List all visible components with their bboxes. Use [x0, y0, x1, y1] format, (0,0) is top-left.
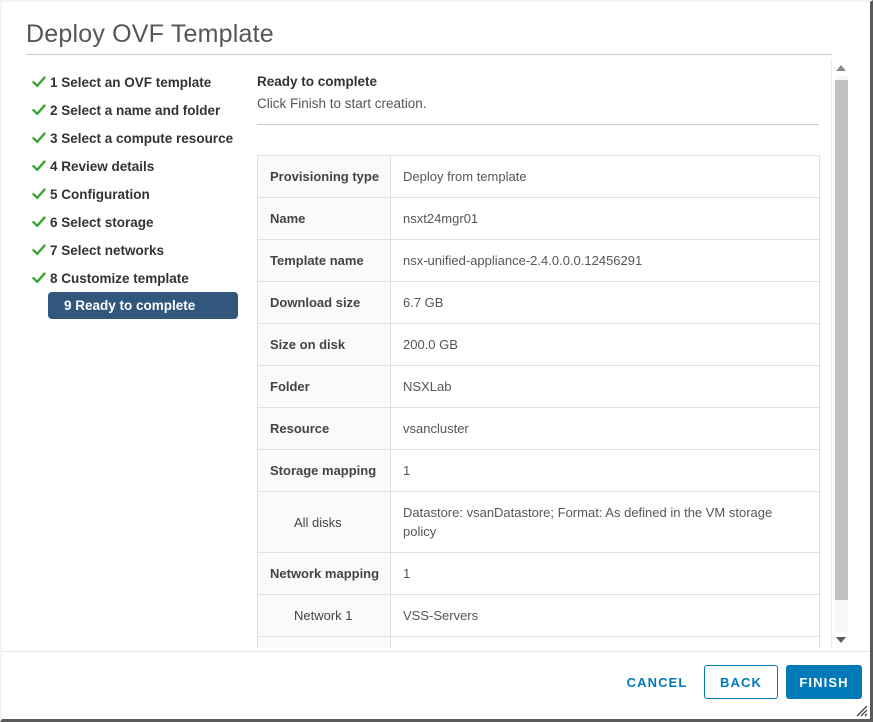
page-title: Deploy OVF Template	[26, 20, 274, 49]
wizard-step-4[interactable]: 4 Review details	[32, 152, 242, 180]
summary-row-value: VSS-Servers	[391, 595, 820, 637]
wizard-step-label: 8 Customize template	[50, 271, 189, 286]
table-row: IP allocation settings	[258, 637, 820, 649]
summary-row-key: Folder	[258, 366, 391, 408]
table-row: FolderNSXLab	[258, 366, 820, 408]
wizard-step-label: 2 Select a name and folder	[50, 103, 220, 118]
content-subtitle: Click Finish to start creation.	[257, 96, 427, 111]
table-row: Network 1VSS-Servers	[258, 595, 820, 637]
scrollbar-thumb[interactable]	[835, 80, 848, 600]
table-row: Download size6.7 GB	[258, 282, 820, 324]
summary-row-value: Deploy from template	[391, 156, 820, 198]
summary-row-value: vsancluster	[391, 408, 820, 450]
scroll-up-arrow-icon[interactable]	[832, 60, 850, 76]
summary-row-value: nsxt24mgr01	[391, 198, 820, 240]
footer-divider	[2, 651, 870, 652]
wizard-step-3[interactable]: 3 Select a compute resource	[32, 124, 242, 152]
check-icon	[32, 131, 46, 145]
wizard-step-list: 1 Select an OVF template 2 Select a name …	[32, 68, 242, 319]
summary-row-key: Provisioning type	[258, 156, 391, 198]
summary-row-key: Storage mapping	[258, 450, 391, 492]
summary-row-key: Download size	[258, 282, 391, 324]
check-icon	[32, 215, 46, 229]
wizard-step-label: 4 Review details	[50, 159, 154, 174]
check-icon	[32, 159, 46, 173]
content-scrollbar[interactable]	[831, 60, 850, 648]
check-icon	[32, 271, 46, 285]
finish-button[interactable]: FINISH	[786, 665, 862, 699]
summary-row-key: IP allocation settings	[258, 637, 391, 649]
dialog-body: Deploy OVF Template 1 Select an OVF temp…	[2, 2, 870, 719]
summary-row-key: Template name	[258, 240, 391, 282]
cancel-button[interactable]: CANCEL	[621, 665, 693, 699]
table-row: All disksDatastore: vsanDatastore; Forma…	[258, 492, 820, 553]
table-row: Namensxt24mgr01	[258, 198, 820, 240]
summary-row-value: 200.0 GB	[391, 324, 820, 366]
summary-row-key: Resource	[258, 408, 391, 450]
content-divider	[257, 124, 819, 125]
content-heading: Ready to complete	[257, 74, 377, 89]
check-icon	[32, 243, 46, 257]
resize-grip-icon[interactable]	[855, 704, 868, 717]
content-pane: Ready to complete Click Finish to start …	[254, 62, 826, 648]
wizard-step-6[interactable]: 6 Select storage	[32, 208, 242, 236]
wizard-step-label: 1 Select an OVF template	[50, 75, 211, 90]
summary-row-key: Size on disk	[258, 324, 391, 366]
wizard-step-label: 7 Select networks	[50, 243, 164, 258]
table-row: Storage mapping1	[258, 450, 820, 492]
wizard-step-label: 9 Ready to complete	[64, 298, 195, 313]
wizard-step-label: 6 Select storage	[50, 215, 154, 230]
title-divider	[26, 54, 832, 55]
wizard-step-label: 5 Configuration	[50, 187, 150, 202]
summary-table-body: Provisioning typeDeploy from templateNam…	[258, 156, 820, 649]
wizard-step-5[interactable]: 5 Configuration	[32, 180, 242, 208]
check-icon	[32, 75, 46, 89]
wizard-step-label: 3 Select a compute resource	[50, 131, 233, 146]
scroll-down-arrow-icon[interactable]	[832, 632, 850, 648]
summary-row-value	[391, 637, 820, 649]
table-row: Resourcevsancluster	[258, 408, 820, 450]
table-row: Network mapping1	[258, 553, 820, 595]
table-row: Provisioning typeDeploy from template	[258, 156, 820, 198]
wizard-step-1[interactable]: 1 Select an OVF template	[32, 68, 242, 96]
back-button[interactable]: BACK	[704, 665, 778, 699]
dialog-footer: CANCEL BACK FINISH	[2, 651, 870, 719]
summary-row-value: 1	[391, 553, 820, 595]
summary-row-key: Name	[258, 198, 391, 240]
summary-table: Provisioning typeDeploy from templateNam…	[257, 155, 820, 648]
deploy-ovf-template-window: Deploy OVF Template 1 Select an OVF temp…	[0, 0, 873, 722]
summary-row-value: 6.7 GB	[391, 282, 820, 324]
summary-row-value: 1	[391, 450, 820, 492]
wizard-step-8[interactable]: 8 Customize template	[32, 264, 242, 292]
wizard-step-7[interactable]: 7 Select networks	[32, 236, 242, 264]
check-icon	[32, 103, 46, 117]
summary-row-value: NSXLab	[391, 366, 820, 408]
wizard-step-9[interactable]: 9 Ready to complete	[48, 292, 238, 319]
summary-row-value: nsx-unified-appliance-2.4.0.0.0.12456291	[391, 240, 820, 282]
wizard-step-2[interactable]: 2 Select a name and folder	[32, 96, 242, 124]
table-row: Size on disk200.0 GB	[258, 324, 820, 366]
summary-row-key: Network mapping	[258, 553, 391, 595]
table-row: Template namensx-unified-appliance-2.4.0…	[258, 240, 820, 282]
summary-row-value: Datastore: vsanDatastore; Format: As def…	[391, 492, 820, 553]
summary-row-key: All disks	[258, 492, 391, 553]
summary-row-key: Network 1	[258, 595, 391, 637]
check-icon	[32, 187, 46, 201]
